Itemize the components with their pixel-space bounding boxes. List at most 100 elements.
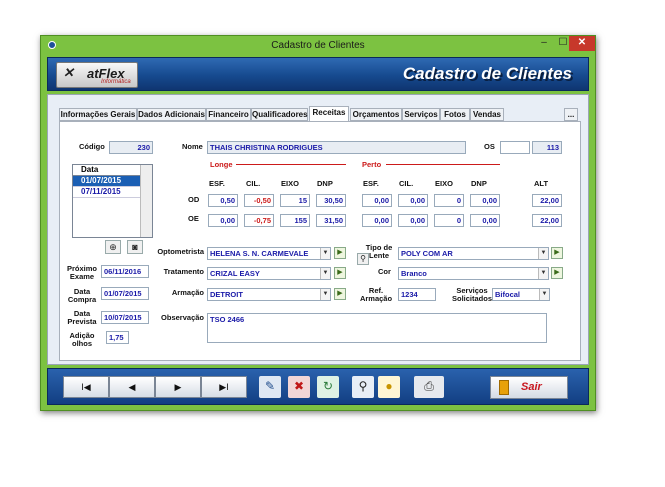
date-list-header: Data: [73, 165, 141, 176]
tab-servicos[interactable]: Serviços: [402, 108, 440, 121]
perto-oe-cil[interactable]: 0,00: [398, 214, 428, 227]
longe-od-eixo[interactable]: 15: [280, 194, 310, 207]
servicos-value: Bifocal: [495, 290, 521, 299]
date-list-item[interactable]: 07/11/2015: [73, 187, 141, 198]
longe-col-esf: ESF.: [209, 179, 225, 188]
header-banner: ✕ atFlex Informática Cadastro de Cliente…: [47, 57, 589, 91]
cor-value: Branco: [401, 269, 427, 278]
tratamento-select[interactable]: CRIZAL EASY ▼: [207, 267, 331, 280]
od-label: OD: [188, 195, 200, 204]
tab-financeiro[interactable]: Financeiro: [206, 108, 251, 121]
delete-icon[interactable]: ✖: [288, 376, 310, 398]
longe-oe-dnp[interactable]: 31,50: [316, 214, 346, 227]
last-record-button[interactable]: ▶I: [201, 376, 247, 398]
perto-divider: [386, 164, 500, 165]
perto-oe-esf[interactable]: 0,00: [362, 214, 392, 227]
camera-icon[interactable]: ◙: [127, 240, 143, 254]
tab-fotos[interactable]: Fotos: [440, 108, 470, 121]
perto-od-eixo[interactable]: 0: [434, 194, 464, 207]
logo-mark-icon: ✕: [63, 65, 74, 80]
oe-label: OE: [188, 214, 199, 223]
search-icon[interactable]: ⚲: [357, 253, 369, 265]
optometrista-value: HELENA S. N. CARMEVALE: [210, 249, 309, 258]
logo-subtitle: Informática: [101, 79, 131, 85]
perto-col-cil: CIL.: [399, 179, 414, 188]
longe-od-cil[interactable]: -0,50: [244, 194, 274, 207]
ref-armacao-field[interactable]: 1234: [398, 288, 436, 301]
os-number-field[interactable]: 113: [532, 141, 562, 154]
servicos-select[interactable]: Bifocal ▼: [492, 288, 550, 301]
adicao-olhos-field[interactable]: 1,75: [106, 331, 129, 344]
perto-od-dnp[interactable]: 0,00: [470, 194, 500, 207]
perto-od-esf[interactable]: 0,00: [362, 194, 392, 207]
perto-col-esf: ESF.: [363, 179, 379, 188]
longe-oe-esf[interactable]: 0,00: [208, 214, 238, 227]
armacao-label: Armação: [171, 288, 204, 297]
optometrista-select[interactable]: HELENA S. N. CARMEVALE ▼: [207, 247, 331, 260]
zoom-icon[interactable]: ⊕: [105, 240, 121, 254]
tab-informacoes-gerais[interactable]: Informações Gerais: [59, 108, 137, 121]
receitas-date-list[interactable]: Data 01/07/2015 07/11/2015: [72, 164, 153, 238]
os-label: OS: [484, 142, 495, 151]
armacao-select[interactable]: DETROIT ▼: [207, 288, 331, 301]
longe-od-dnp[interactable]: 30,50: [316, 194, 346, 207]
proximo-exame-label: Próximo Exame: [66, 264, 97, 281]
proximo-exame-field[interactable]: 06/11/2016: [101, 265, 149, 278]
first-record-button[interactable]: I◀: [63, 376, 109, 398]
perto-oe-eixo[interactable]: 0: [434, 214, 464, 227]
adicao-olhos-label: Adição olhos: [69, 331, 95, 348]
cor-select[interactable]: Branco ▼: [398, 267, 549, 280]
tab-dados-adicionais[interactable]: Dados Adicionais: [137, 108, 206, 121]
chevron-down-icon: ▼: [538, 268, 548, 279]
refresh-icon[interactable]: ↻: [317, 376, 339, 398]
chevron-down-icon: ▼: [320, 268, 330, 279]
perto-oe-dnp[interactable]: 0,00: [470, 214, 500, 227]
sair-button[interactable]: Sair: [490, 376, 568, 399]
data-prevista-field[interactable]: 10/07/2015: [101, 311, 149, 324]
nome-label: Nome: [182, 142, 203, 151]
data-prevista-label: Data Prevista: [67, 309, 97, 326]
longe-oe-cil[interactable]: -0,75: [244, 214, 274, 227]
tab-receitas[interactable]: Receitas: [309, 106, 349, 121]
tab-more-button[interactable]: ...: [564, 108, 578, 121]
printer-icon[interactable]: ⎙: [414, 376, 444, 398]
ref-armacao-label: Ref. Armação: [359, 286, 393, 303]
longe-oe-eixo[interactable]: 155: [280, 214, 310, 227]
observacao-label: Observação: [161, 313, 204, 322]
add-tratamento-button[interactable]: ▶: [334, 267, 346, 279]
window-title: Cadastro de Clientes: [271, 40, 365, 51]
tipo-lente-value: POLY COM AR: [401, 249, 453, 258]
chevron-down-icon: ▼: [539, 289, 549, 300]
search-icon[interactable]: ⚲: [352, 376, 374, 398]
date-list-scrollbar[interactable]: [140, 165, 152, 237]
add-armacao-button[interactable]: ▶: [334, 288, 346, 300]
alt-oe[interactable]: 22,00: [532, 214, 562, 227]
tab-qualificadores[interactable]: Qualificadores: [251, 108, 308, 121]
data-compra-field[interactable]: 01/07/2015: [101, 287, 149, 300]
cor-label: Cor: [378, 267, 391, 276]
armacao-value: DETROIT: [210, 290, 243, 299]
longe-col-eixo: EIXO: [281, 179, 299, 188]
tab-vendas[interactable]: Vendas: [470, 108, 504, 121]
date-list-item[interactable]: 01/07/2015: [73, 176, 141, 187]
add-tipo-lente-button[interactable]: ▶: [551, 247, 563, 259]
prev-record-button[interactable]: ◀: [109, 376, 155, 398]
os-field[interactable]: [500, 141, 530, 154]
observacao-textarea[interactable]: TSO 2466: [207, 313, 547, 343]
alt-od[interactable]: 22,00: [532, 194, 562, 207]
exit-door-icon: [499, 380, 509, 395]
close-button[interactable]: ✕: [569, 36, 595, 51]
nome-field[interactable]: THAIS CHRISTINA RODRIGUES: [207, 141, 466, 154]
perto-od-cil[interactable]: 0,00: [398, 194, 428, 207]
tratamento-label: Tratamento: [163, 267, 204, 276]
next-record-button[interactable]: ▶: [155, 376, 201, 398]
lightbulb-icon[interactable]: ●: [378, 376, 400, 398]
minimize-button[interactable]: –: [534, 36, 554, 51]
add-optometrista-button[interactable]: ▶: [334, 247, 346, 259]
add-cor-button[interactable]: ▶: [551, 267, 563, 279]
tab-orcamentos[interactable]: Orçamentos: [350, 108, 402, 121]
tipo-lente-select[interactable]: POLY COM AR ▼: [398, 247, 549, 260]
longe-od-esf[interactable]: 0,50: [208, 194, 238, 207]
edit-icon[interactable]: ✎: [259, 376, 281, 398]
codigo-field[interactable]: 230: [109, 141, 153, 154]
